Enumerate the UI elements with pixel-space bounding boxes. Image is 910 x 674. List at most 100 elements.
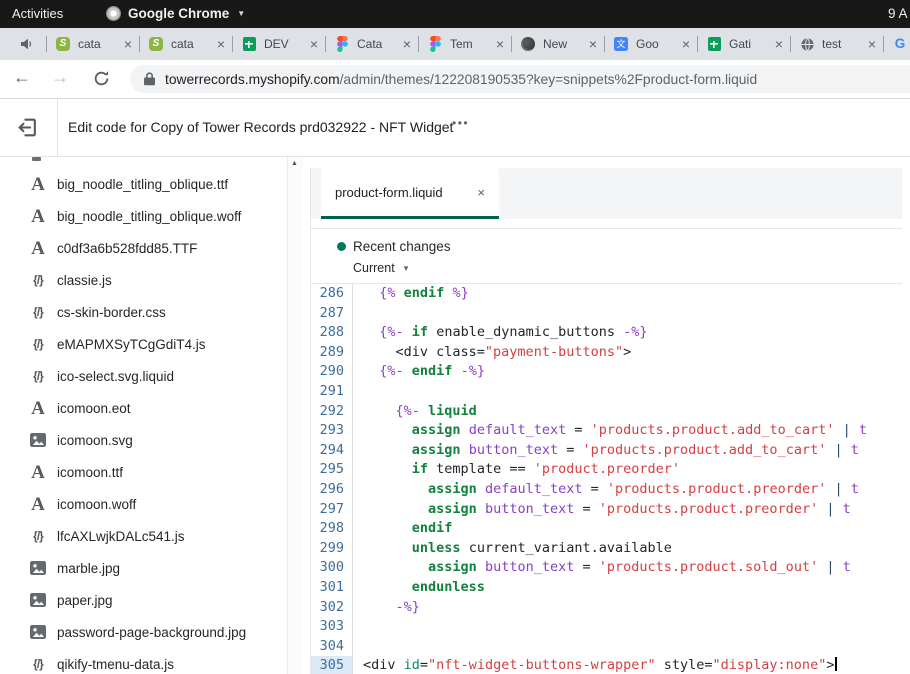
line-number[interactable]: 286 [311, 284, 353, 304]
browser-tab[interactable]: 文Goo× [604, 28, 697, 60]
line-number[interactable]: 303 [311, 617, 353, 637]
file-item[interactable]: {/}cs-skin-border.css [0, 296, 283, 328]
lock-icon[interactable] [144, 72, 155, 86]
browser-tab[interactable]: Gati× [697, 28, 790, 60]
code-line[interactable]: 305<div id="nft-widget-buttons-wrapper" … [311, 656, 902, 674]
editor-tab-product-form[interactable]: product-form.liquid × [321, 168, 499, 219]
back-button[interactable]: ← [13, 67, 31, 88]
close-tab-icon[interactable]: × [773, 37, 785, 51]
close-tab-icon[interactable]: × [587, 37, 599, 51]
file-item[interactable]: Aicomoon.ttf [0, 456, 283, 488]
address-bar[interactable]: towerrecords.myshopify.com/admin/themes/… [130, 65, 910, 93]
line-number[interactable]: 296 [311, 480, 353, 500]
page-header: Edit code for Copy of Tower Records prd0… [0, 99, 910, 157]
line-number[interactable]: 289 [311, 343, 353, 363]
line-number[interactable]: 301 [311, 578, 353, 598]
line-number[interactable]: 305 [311, 656, 353, 674]
close-tab-icon[interactable]: × [494, 37, 506, 51]
clock[interactable]: 9 A [888, 6, 908, 21]
browser-tab[interactable]: Scata× [139, 28, 232, 60]
line-number[interactable]: 293 [311, 421, 353, 441]
file-item[interactable]: {/}classie.js [0, 264, 283, 296]
line-number[interactable]: 287 [311, 304, 353, 324]
browser-tab[interactable]: Cata× [325, 28, 418, 60]
version-dropdown-label: Current [353, 262, 395, 275]
code-line[interactable]: 298 endif [311, 519, 902, 539]
line-number[interactable]: 291 [311, 382, 353, 402]
code-line[interactable]: 293 assign default_text = 'products.prod… [311, 421, 902, 441]
file-item[interactable]: Aicomoon.woff [0, 488, 283, 520]
line-number[interactable]: 292 [311, 402, 353, 422]
code-line[interactable]: 288 {%- if enable_dynamic_buttons -%} [311, 323, 902, 343]
code-area[interactable]: 286 {% endif %}287288 {%- if enable_dyna… [311, 283, 902, 674]
forward-button[interactable]: → [51, 67, 69, 88]
close-tab-icon[interactable]: × [401, 37, 413, 51]
line-number[interactable]: 288 [311, 323, 353, 343]
line-number[interactable]: 290 [311, 362, 353, 382]
code-line[interactable]: 296 assign default_text = 'products.prod… [311, 480, 902, 500]
file-item[interactable]: {/}eMAPMXSyTCgGdiT4.js [0, 328, 283, 360]
browser-tab[interactable]: New× [511, 28, 604, 60]
file-item[interactable]: marble.jpg [0, 552, 283, 584]
code-line[interactable]: 295 if template == 'product.preorder' [311, 460, 902, 480]
line-number[interactable]: 304 [311, 637, 353, 657]
close-tab-icon[interactable]: × [477, 185, 485, 200]
code-line[interactable]: 302 -%} [311, 598, 902, 618]
file-item[interactable]: password-page-background.jpg [0, 616, 283, 648]
file-name: marble.jpg [57, 561, 120, 576]
exit-code-editor-button[interactable] [16, 116, 39, 139]
code-line[interactable]: 287 [311, 304, 902, 324]
code-line[interactable]: 303 [311, 617, 902, 637]
sidebar-scrollbar[interactable] [287, 157, 303, 674]
line-number[interactable]: 302 [311, 598, 353, 618]
close-tab-icon[interactable]: × [308, 37, 320, 51]
code-line[interactable]: 290 {%- endif -%} [311, 362, 902, 382]
file-item[interactable]: Ac0df3a6b528fdd85.TTF [0, 232, 283, 264]
code-line[interactable]: 301 endunless [311, 578, 902, 598]
file-name: c0df3a6b528fdd85.TTF [57, 241, 197, 256]
scroll-up-arrow-icon[interactable]: ▲ [291, 160, 298, 167]
browser-tab[interactable]: Tem× [418, 28, 511, 60]
browser-tab[interactable]: DEV× [232, 28, 325, 60]
browser-tab[interactable]: Scata× [46, 28, 139, 60]
file-item[interactable]: Abig_noodle_titling_oblique.woff [0, 200, 283, 232]
line-number[interactable]: 298 [311, 519, 353, 539]
browser-tab[interactable]: G [883, 28, 910, 60]
browser-tab[interactable]: test× [790, 28, 883, 60]
code-line[interactable]: 291 [311, 382, 902, 402]
app-menu-label: Google Chrome [128, 6, 229, 21]
reload-button[interactable] [93, 70, 110, 87]
overflow-menu-button[interactable]: ••• [452, 116, 469, 130]
line-number[interactable]: 300 [311, 558, 353, 578]
code-line[interactable]: 289 <div class="payment-buttons"> [311, 343, 902, 363]
close-tab-icon[interactable]: × [680, 37, 692, 51]
file-item[interactable]: paper.jpg [0, 584, 283, 616]
file-item[interactable]: icomoon.svg [0, 424, 283, 456]
code-line[interactable]: 304 [311, 637, 902, 657]
activities-button[interactable]: Activities [12, 6, 63, 21]
code-line[interactable]: 300 assign button_text = 'products.produ… [311, 558, 902, 578]
close-tab-icon[interactable]: × [866, 37, 878, 51]
code-line[interactable]: 286 {% endif %} [311, 284, 902, 304]
line-number[interactable]: 299 [311, 539, 353, 559]
code-line[interactable]: 299 unless current_variant.available [311, 539, 902, 559]
file-item[interactable]: {/}qikify-tmenu-data.js [0, 648, 283, 674]
close-tab-icon[interactable]: × [215, 37, 227, 51]
code-line[interactable]: 292 {%- liquid [311, 402, 902, 422]
line-number[interactable]: 297 [311, 500, 353, 520]
font-file-icon: A [31, 399, 45, 418]
file-item[interactable]: {/}lfcAXLwjkDALc541.js [0, 520, 283, 552]
line-number[interactable]: 294 [311, 441, 353, 461]
file-item[interactable]: Abig_noodle_titling_oblique.ttf [0, 168, 283, 200]
file-item[interactable]: {/}ico-select.svg.liquid [0, 360, 283, 392]
code-line-text: unless current_variant.available [353, 539, 672, 559]
code-line-text: assign button_text = 'products.product.p… [353, 500, 851, 520]
close-tab-icon[interactable]: × [122, 37, 134, 51]
file-item[interactable]: Aicomoon.eot [0, 392, 283, 424]
code-file-icon: {/} [33, 370, 43, 382]
code-line[interactable]: 297 assign button_text = 'products.produ… [311, 500, 902, 520]
app-menu[interactable]: Google Chrome ▼ [106, 6, 245, 21]
line-number[interactable]: 295 [311, 460, 353, 480]
code-line[interactable]: 294 assign button_text = 'products.produ… [311, 441, 902, 461]
version-dropdown[interactable]: Current ▾ [353, 262, 408, 275]
